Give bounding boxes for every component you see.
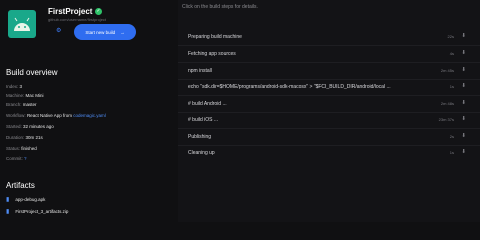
divider [178,45,480,46]
step-name: Preparing build machine [188,34,242,40]
commit-link[interactable]: ? [24,156,27,161]
divider [178,145,480,146]
build-step[interactable]: Cleaning up 1s ⬇ [188,149,466,156]
overview-row-status: Status: finished [6,146,37,151]
step-name: Publishing [188,134,212,140]
artifacts-heading: Artifacts [6,181,35,190]
overview-row-started: Started: 32 minutes ago [6,124,54,129]
step-duration: 4s [449,51,454,56]
divider [178,79,480,80]
file-icon: ▮ [6,197,10,203]
artifact-name: app-debug.apk [15,197,46,202]
build-step[interactable]: npm install 2m 45s ⬇ [188,67,466,74]
download-icon[interactable]: ⬇ [461,116,466,122]
step-duration: 1s [449,84,454,89]
step-name: npm install [188,68,212,74]
build-step[interactable]: Publishing 2s ⬇ [188,133,466,140]
divider [178,62,480,63]
android-icon [14,17,30,31]
overview-row-machine: Machine: Mac Mini [6,93,44,98]
steps-hint: Click on the build steps for details. [182,4,258,10]
divider [178,112,480,113]
workflow-file-link[interactable]: codemagic.yaml [73,113,106,118]
artifact-item[interactable]: ▮ app-debug.apk [6,196,45,203]
verified-check-icon: ✓ [95,8,102,15]
build-step[interactable]: echo "sdk.dir=$HOME/programs/android-sdk… [188,83,466,90]
step-duration: 2m 48s [440,101,454,106]
download-icon[interactable]: ⬇ [461,50,466,56]
step-duration: 22s [447,34,454,39]
step-duration: 2s [449,134,454,139]
overview-row-index: Index: 3 [6,84,23,89]
step-name: # build iOS ... [188,117,219,123]
overview-row-workflow: Workflow: React Native App from codemagi… [6,113,106,118]
project-title: FirstProject [48,7,93,16]
download-icon[interactable]: ⬇ [461,133,466,139]
settings-gear-icon[interactable]: ⚙ [56,28,63,35]
divider [178,95,480,96]
download-icon[interactable]: ⬇ [461,33,466,39]
download-icon[interactable]: ⬇ [461,149,466,155]
file-icon: ▮ [6,209,10,215]
step-duration: 23m 37s [438,117,454,122]
overview-row-branch: Branch: master [6,102,37,107]
step-name: # build Android ... [188,101,227,107]
step-duration: 1s [449,150,454,155]
download-icon[interactable]: ⬇ [461,83,466,89]
build-step[interactable]: Preparing build machine 22s ⬇ [188,33,466,40]
artifact-item[interactable]: ▮ FirstProject_3_artifacts.zip [6,208,68,215]
app-icon [8,10,36,38]
build-step[interactable]: # build iOS ... 23m 37s ⬇ [188,116,466,123]
step-duration: 2m 45s [440,68,454,73]
project-subtitle: github.com/username/firstproject [48,17,107,22]
divider [178,128,480,129]
arrow-right-icon: → [120,29,125,35]
start-new-build-button[interactable]: Start new build → [74,24,136,40]
overview-row-commit: Commit: ? [6,156,27,161]
step-name: Fetching app sources [188,51,236,57]
step-name: echo "sdk.dir=$HOME/programs/android-sdk… [188,84,391,90]
artifact-name: FirstProject_3_artifacts.zip [15,209,69,214]
overview-row-duration: Duration: 30m 21s [6,135,43,140]
build-overview-heading: Build overview [6,68,58,77]
build-step[interactable]: # build Android ... 2m 48s ⬇ [188,100,466,107]
start-button-label: Start new build [85,29,116,35]
build-step[interactable]: Fetching app sources 4s ⬇ [188,50,466,57]
download-icon[interactable]: ⬇ [461,100,466,106]
step-name: Cleaning up [188,150,215,156]
download-icon[interactable]: ⬇ [461,67,466,73]
